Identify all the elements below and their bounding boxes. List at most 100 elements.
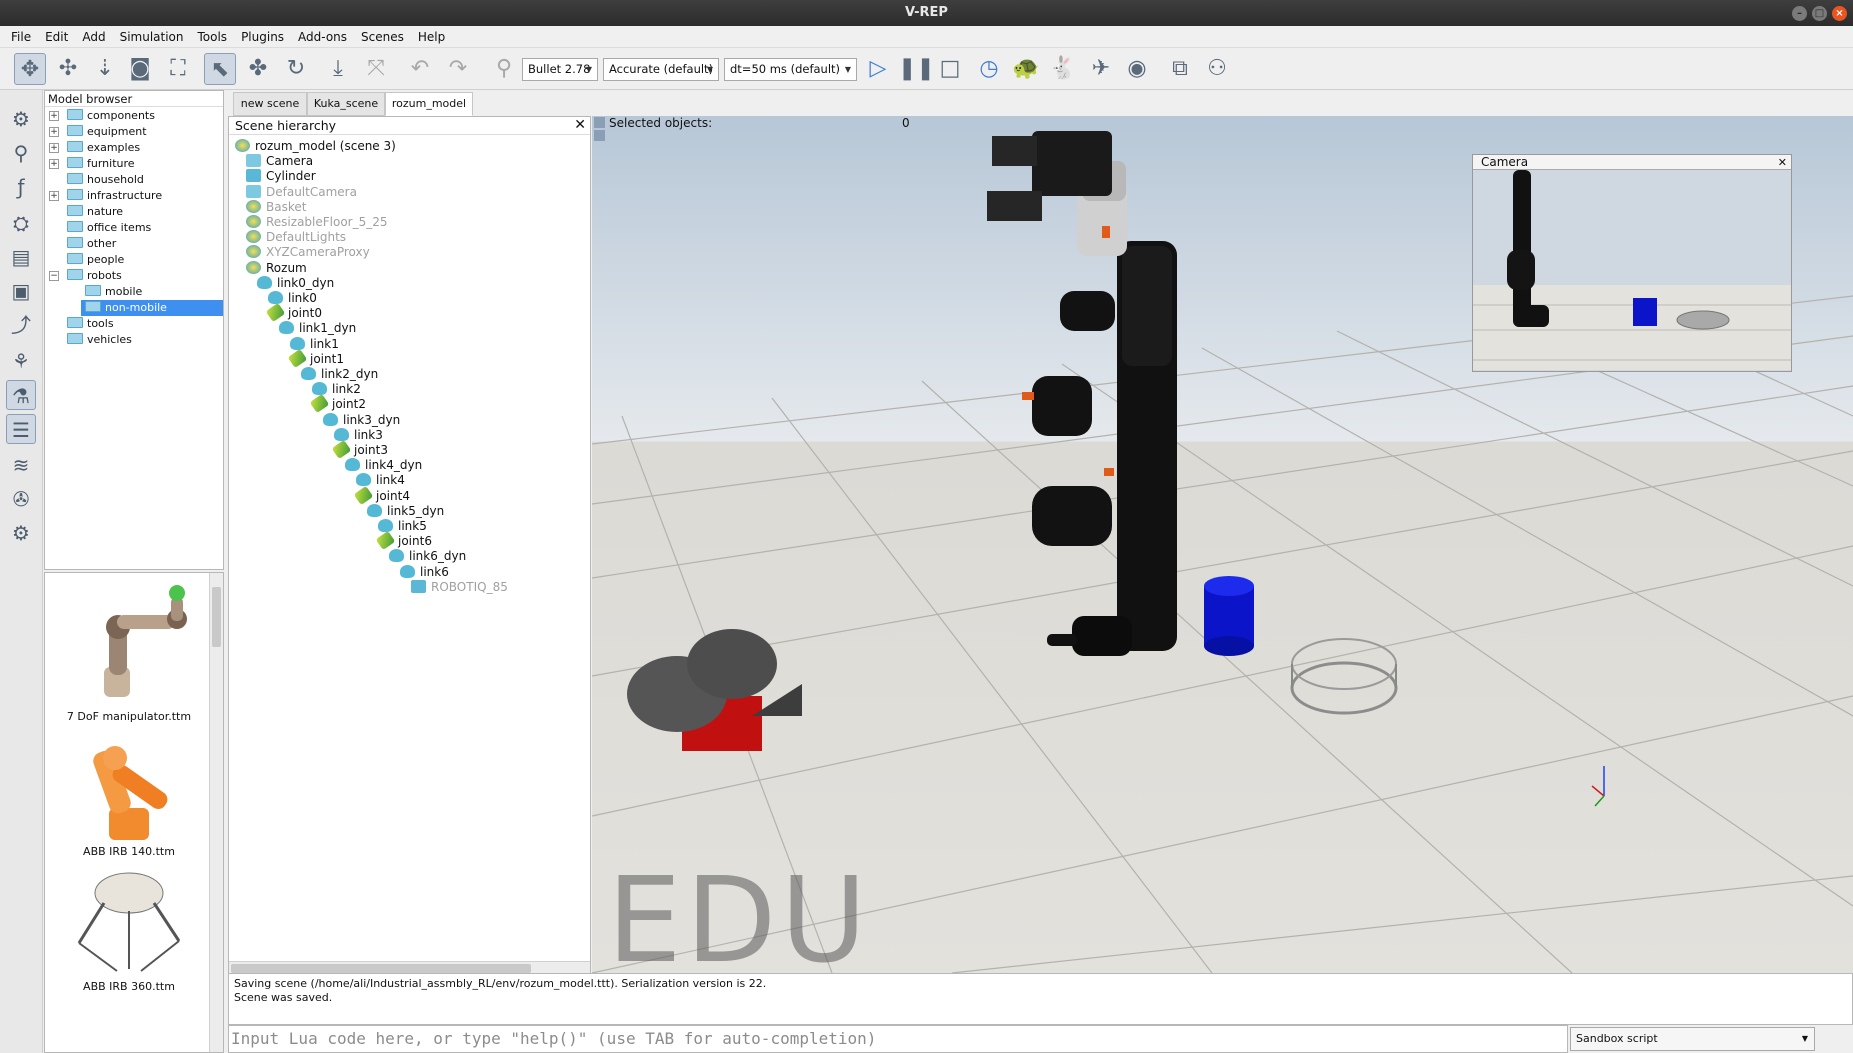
model-folder-components[interactable]: + components <box>45 108 223 124</box>
hierarchy-item-label: link5_dyn <box>387 503 445 518</box>
script-mode-select[interactable]: Sandbox script ▼ <box>1570 1027 1815 1051</box>
menu-edit[interactable]: Edit <box>38 26 75 48</box>
calculation-modules-icon[interactable]: ƒ <box>6 172 36 202</box>
visualization-icon[interactable]: ◉ <box>1121 53 1153 85</box>
model-folder-household[interactable]: household <box>45 172 223 188</box>
model-folder-furniture[interactable]: + furniture <box>45 156 223 172</box>
folder-icon <box>67 333 83 344</box>
viewport-view-icon[interactable] <box>594 130 605 141</box>
model-folder-infrastructure[interactable]: + infrastructure <box>45 188 223 204</box>
undo-icon[interactable]: ↶ <box>404 53 436 85</box>
camera-model[interactable] <box>627 629 802 751</box>
menu-simulation[interactable]: Simulation <box>113 26 191 48</box>
expand-icon[interactable]: + <box>49 143 59 153</box>
click-select-icon[interactable]: ⬉ <box>204 53 236 85</box>
tab-new-scene[interactable]: new scene <box>233 92 307 116</box>
camera-rotate-icon[interactable]: ✣ <box>52 53 84 85</box>
simulation-settings-icon[interactable]: ⚙ <box>6 104 36 134</box>
model-folder-other[interactable]: other <box>45 236 223 252</box>
faster-icon[interactable]: 🐇 <box>1047 53 1079 85</box>
timestep-select[interactable]: dt=50 ms (default) ▼ <box>724 58 857 81</box>
minimize-button[interactable]: – <box>1792 6 1807 21</box>
stop-icon[interactable]: □ <box>934 53 966 85</box>
menu-plugins[interactable]: Plugins <box>234 26 291 48</box>
layers-icon[interactable]: ≋ <box>6 450 36 480</box>
collapse-icon[interactable]: − <box>49 271 59 281</box>
collections-icon[interactable]: ⛭ <box>6 208 36 238</box>
model-browser-toggle-icon[interactable]: ⚗ <box>6 380 36 410</box>
thumbnails-scrollbar[interactable] <box>209 573 223 1052</box>
tab-kuka-scene[interactable]: Kuka_scene <box>307 92 385 116</box>
model-folder-people[interactable]: people <box>45 252 223 268</box>
hierarchy-item-label: link4 <box>376 473 405 488</box>
lua-command-input[interactable]: Input Lua code here, or type "help()" (u… <box>228 1025 1568 1053</box>
pause-icon[interactable]: ❚❚ <box>898 53 935 85</box>
close-icon[interactable]: ✕ <box>1778 155 1787 170</box>
close-icon[interactable]: ✕ <box>574 117 586 133</box>
scrollbar-thumb[interactable] <box>231 964 531 973</box>
robot-arm[interactable] <box>987 131 1177 656</box>
blue-cylinder[interactable] <box>1204 576 1254 656</box>
model-folder-tools[interactable]: tools <box>45 316 223 332</box>
maximize-button[interactable]: □ <box>1812 6 1827 21</box>
camera-pan-icon[interactable]: ✥ <box>14 53 46 85</box>
selection-icon[interactable]: ⚘ <box>6 346 36 376</box>
path-edit-icon[interactable]: ⤴ <box>6 310 36 340</box>
play-icon[interactable]: ▷ <box>862 53 894 85</box>
shape-edit-icon[interactable]: ▣ <box>6 276 36 306</box>
expand-icon[interactable]: + <box>49 111 59 121</box>
basket-ring[interactable] <box>1290 638 1398 715</box>
floating-camera-view[interactable]: Camera ✕ <box>1472 154 1792 372</box>
model-folder-examples[interactable]: + examples <box>45 140 223 156</box>
abb-irb360-thumbnail[interactable] <box>49 863 209 993</box>
menu-file[interactable]: File <box>0 26 38 48</box>
axis-gizmo <box>1591 766 1605 807</box>
object-rotate-icon[interactable]: ↻ <box>280 53 312 85</box>
physics-engine-select[interactable]: Bullet 2.78 ▼ <box>522 58 598 81</box>
page-selector-icon[interactable]: ⧉ <box>1164 53 1196 85</box>
model-folder-nature[interactable]: nature <box>45 204 223 220</box>
menu-scenes[interactable]: Scenes <box>354 26 411 48</box>
fit-to-view-icon[interactable]: ⛶ <box>162 53 194 85</box>
7dof-manipulator-thumbnail[interactable] <box>49 577 209 727</box>
viewport-menu-icon[interactable] <box>594 117 605 128</box>
menu-help[interactable]: Help <box>411 26 452 48</box>
menu-addons[interactable]: Add-ons <box>291 26 354 48</box>
accuracy-select[interactable]: Accurate (default) ▼ <box>603 58 719 81</box>
scene-selector-icon[interactable]: ⚇ <box>1201 53 1233 85</box>
tab-rozum-model[interactable]: rozum_model <box>385 92 473 116</box>
dynamics-icon[interactable]: ⚲ <box>488 53 520 85</box>
model-folder-non-mobile[interactable]: non-mobile <box>81 300 223 316</box>
threaded-rendering-icon[interactable]: ✈ <box>1085 53 1117 85</box>
abb-irb140-thumbnail[interactable] <box>49 728 209 858</box>
model-folder-label: examples <box>87 141 141 154</box>
model-folder-office-items[interactable]: office items <box>45 220 223 236</box>
realtime-icon[interactable]: ◷ <box>973 53 1005 85</box>
video-recorder-icon[interactable]: ✇ <box>6 484 36 514</box>
menu-tools[interactable]: Tools <box>191 26 235 48</box>
hierarchy-item[interactable]: ROBOTIQ_85 <box>411 578 508 596</box>
redo-icon[interactable]: ↷ <box>442 53 474 85</box>
scene-viewport[interactable]: Selected objects: 0 Camera ✕ EDU <box>592 116 1853 973</box>
search-icon[interactable]: ⚲ <box>6 138 36 168</box>
model-folder-robots[interactable]: − robots <box>45 268 223 284</box>
scene-hierarchy-toggle-icon[interactable]: ☰ <box>6 414 36 444</box>
expand-icon[interactable]: + <box>49 159 59 169</box>
camera-shift-icon[interactable]: ⇣ <box>89 53 121 85</box>
scrollbar-thumb[interactable] <box>212 587 221 647</box>
model-folder-equipment[interactable]: + equipment <box>45 124 223 140</box>
expand-icon[interactable]: + <box>49 191 59 201</box>
scripts-icon[interactable]: ▤ <box>6 242 36 272</box>
assemble-icon[interactable]: ⤓ <box>322 53 354 85</box>
slower-icon[interactable]: 🐢 <box>1010 53 1042 85</box>
close-window-button[interactable]: × <box>1832 6 1847 21</box>
camera-angle-icon[interactable]: ◙ <box>124 53 156 85</box>
expand-icon[interactable]: + <box>49 127 59 137</box>
user-settings-icon[interactable]: ⚙ <box>6 518 36 548</box>
chevron-down-icon: ▼ <box>706 65 713 74</box>
menu-add[interactable]: Add <box>75 26 112 48</box>
transfer-dna-icon[interactable]: ⤧ <box>360 53 392 85</box>
model-folder-vehicles[interactable]: vehicles <box>45 332 223 348</box>
object-shift-icon[interactable]: ✤ <box>242 53 274 85</box>
model-folder-mobile[interactable]: mobile <box>81 284 223 300</box>
